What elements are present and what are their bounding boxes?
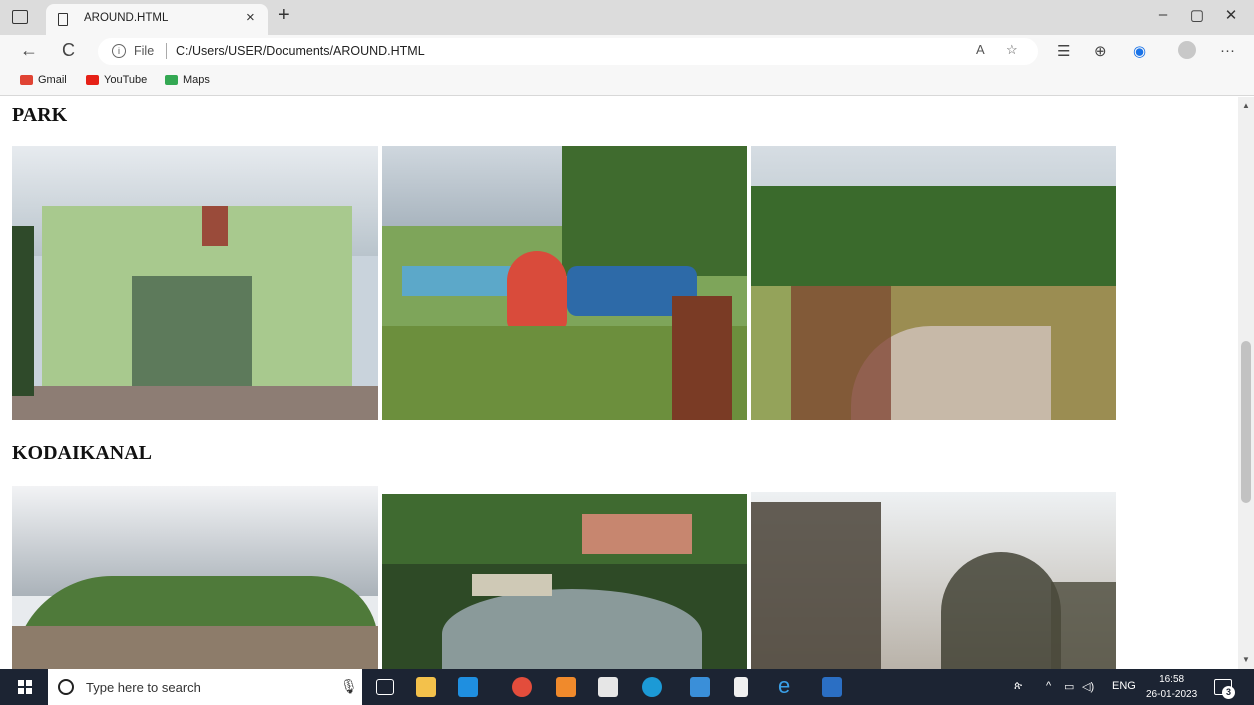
language-indicator[interactable]: ENG bbox=[1112, 680, 1136, 692]
chrome-icon[interactable] bbox=[512, 677, 532, 697]
internet-explorer-icon[interactable]: e bbox=[778, 673, 798, 698]
clock[interactable]: 16:58 26-01-2023 bbox=[1146, 672, 1197, 702]
youtube-icon bbox=[86, 75, 99, 85]
more-menu-icon[interactable]: ··· bbox=[1220, 42, 1235, 59]
page-icon bbox=[58, 13, 68, 26]
scroll-down-icon[interactable]: ▼ bbox=[1242, 655, 1250, 664]
tab-strip: AROUND.HTML × + – ▢ ✕ bbox=[0, 0, 1254, 35]
close-tab-icon[interactable]: × bbox=[246, 9, 255, 26]
scroll-thumb[interactable] bbox=[1241, 341, 1251, 503]
chevron-up-icon[interactable]: ^ bbox=[1046, 680, 1051, 692]
favorite-star-icon[interactable]: ☆ bbox=[1006, 42, 1018, 58]
new-tab-button[interactable]: + bbox=[278, 4, 290, 27]
mail-icon[interactable] bbox=[458, 677, 478, 697]
cortana-icon bbox=[58, 679, 74, 695]
kodaikanal-photo-lake bbox=[382, 494, 747, 669]
favorites-icon[interactable]: ☰ bbox=[1057, 42, 1070, 60]
collections-icon[interactable]: ⊕ bbox=[1094, 42, 1107, 60]
clock-date: 26-01-2023 bbox=[1146, 689, 1198, 700]
bookmarks-bar: Gmail YouTube Maps bbox=[0, 68, 1254, 96]
refresh-button[interactable]: C bbox=[62, 40, 75, 61]
maps-icon bbox=[165, 75, 178, 85]
scroll-up-icon[interactable]: ▲ bbox=[1242, 101, 1250, 110]
clock-time: 16:58 bbox=[1159, 674, 1185, 685]
app-icon[interactable] bbox=[690, 677, 710, 697]
gmail-icon bbox=[20, 75, 33, 85]
browser-toolbar: ← C i File C:/Users/USER/Documents/AROUN… bbox=[0, 35, 1254, 68]
info-icon[interactable]: i bbox=[112, 44, 126, 58]
page-scrollbar[interactable]: ▲ ▼ bbox=[1238, 97, 1254, 669]
notification-badge: 3 bbox=[1222, 686, 1235, 699]
close-window-button[interactable]: ✕ bbox=[1216, 6, 1246, 24]
people-icon[interactable]: ጵ bbox=[1014, 680, 1022, 693]
profile-avatar[interactable] bbox=[1178, 41, 1196, 59]
park-photo-gate bbox=[12, 146, 378, 420]
app-icon[interactable] bbox=[822, 677, 842, 697]
task-view-icon[interactable] bbox=[376, 679, 394, 695]
separator bbox=[166, 43, 167, 59]
bookmark-label: Maps bbox=[183, 74, 210, 86]
read-aloud-icon[interactable]: A bbox=[976, 42, 985, 57]
url-text[interactable]: C:/Users/USER/Documents/AROUND.HTML bbox=[176, 44, 425, 58]
section-title-park: PARK bbox=[12, 104, 68, 126]
search-placeholder: Type here to search bbox=[86, 680, 201, 695]
edge-icon[interactable]: ◉ bbox=[1133, 42, 1146, 60]
park-photo-playground bbox=[751, 146, 1116, 420]
kodaikanal-photo-forest bbox=[751, 492, 1116, 669]
file-explorer-icon[interactable] bbox=[416, 677, 436, 697]
address-bar[interactable]: i File C:/Users/USER/Documents/AROUND.HT… bbox=[98, 38, 1038, 65]
volume-icon[interactable]: ◁) bbox=[1082, 680, 1094, 693]
notepad-icon[interactable] bbox=[734, 677, 748, 697]
kodaikanal-photo-village bbox=[12, 486, 378, 669]
tab-active[interactable]: AROUND.HTML × bbox=[46, 4, 268, 35]
section-title-kodaikanal: KODAIKANAL bbox=[12, 442, 153, 464]
app-icon[interactable] bbox=[556, 677, 576, 697]
store-icon[interactable] bbox=[598, 677, 618, 697]
park-photo-train bbox=[382, 146, 747, 420]
restore-button[interactable]: ▢ bbox=[1182, 6, 1212, 24]
battery-icon[interactable]: ▭ bbox=[1064, 680, 1074, 693]
bookmark-label: Gmail bbox=[38, 74, 67, 86]
bookmark-youtube[interactable]: YouTube bbox=[86, 74, 147, 86]
start-button[interactable] bbox=[18, 680, 32, 694]
edge-browser-icon[interactable] bbox=[642, 677, 662, 697]
site-info-label[interactable]: File bbox=[134, 44, 154, 58]
page-content: PARK KODAIKANAL bbox=[0, 97, 1238, 669]
windows-taskbar: Type here to search 🎙 e ጵ ^ ▭ ◁) ENG 16:… bbox=[0, 669, 1254, 705]
tab-actions-icon[interactable] bbox=[12, 10, 28, 24]
bookmark-label: YouTube bbox=[104, 74, 148, 86]
bookmark-maps[interactable]: Maps bbox=[165, 74, 210, 86]
microphone-icon[interactable]: 🎙 bbox=[340, 678, 358, 695]
minimize-button[interactable]: – bbox=[1148, 6, 1178, 23]
bookmark-gmail[interactable]: Gmail bbox=[20, 74, 67, 86]
tab-title: AROUND.HTML bbox=[84, 12, 169, 24]
taskbar-search[interactable]: Type here to search 🎙 bbox=[48, 669, 362, 705]
back-button[interactable]: ← bbox=[20, 40, 38, 61]
